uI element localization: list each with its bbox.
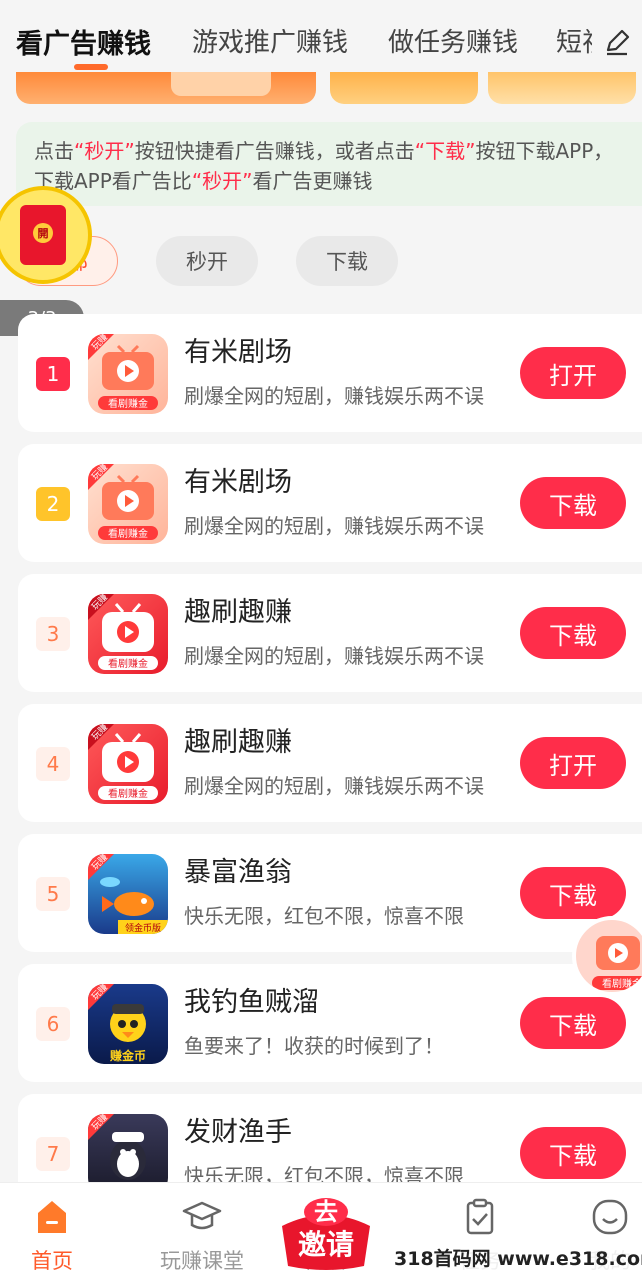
rank-badge: 3: [36, 617, 70, 651]
notice-text: 点击: [34, 139, 74, 163]
download-button[interactable]: 下载: [520, 997, 626, 1049]
app-name: 有米剧场: [184, 467, 292, 498]
notice-highlight-download: “下载”: [414, 139, 476, 163]
nav-course[interactable]: 玩赚课堂: [138, 1183, 266, 1274]
app-card[interactable]: 5 玩赚 领金币版 暴富渔翁 快乐无限，红包不限，惊喜不限 下载: [18, 834, 642, 952]
app-card[interactable]: 6 玩赚 赚金币 我钓鱼贼溜 鱼要来了！收获的时候到了！ 下载: [18, 964, 642, 1082]
icon-caption-text: 看剧赚金: [108, 787, 148, 800]
icon-caption-text: 看剧赚金: [108, 397, 148, 410]
open-button[interactable]: 打开: [520, 737, 626, 789]
top-tab-bar: 看广告赚钱 游戏推广赚钱 做任务赚钱 短视: [0, 0, 642, 72]
download-button[interactable]: 下载: [520, 1127, 626, 1179]
banner-card-1[interactable]: [16, 72, 316, 104]
app-description: 鱼要来了！收获的时候到了！: [184, 1034, 444, 1058]
instruction-notice: 点击“秒开”按钮快捷看广告赚钱，或者点击“下载”按钮下载APP，下载APP看广告…: [16, 122, 642, 206]
banner-card-3[interactable]: [488, 72, 636, 104]
open-button[interactable]: 打开: [520, 347, 626, 399]
app-name: 发财渔手: [184, 1117, 292, 1148]
pencil-icon: [606, 29, 630, 56]
banner-card-2[interactable]: [330, 72, 478, 104]
tab-indicator: [74, 64, 108, 70]
app-name: 我钓鱼贼溜: [184, 987, 319, 1018]
nav-label: 首页: [31, 1249, 73, 1273]
nav-home[interactable]: 首页: [0, 1183, 116, 1274]
app-description: 刷爆全网的短剧，赚钱娱乐两不误: [184, 774, 484, 798]
icon-caption-text: 赚金币: [109, 1048, 146, 1063]
app-description: 快乐无限，红包不限，惊喜不限: [184, 904, 464, 928]
icon-caption-text: 领金币版: [125, 922, 161, 934]
tv-play-icon: 玩赚 看剧赚金: [88, 724, 168, 804]
app-name: 趣刷趣赚: [184, 597, 292, 628]
notice-text: 按钮快捷看广告赚钱，或者点击: [134, 139, 415, 163]
tab-watch-ads[interactable]: 看广告赚钱: [16, 22, 151, 61]
app-name: 有米剧场: [184, 337, 292, 368]
graduation-cap-icon: [182, 1201, 222, 1230]
smiley-icon: [592, 1199, 628, 1235]
fish-game-icon: 玩赚 领金币版: [88, 854, 168, 934]
download-button[interactable]: 下载: [520, 867, 626, 919]
nav-label: 玩赚课堂: [160, 1249, 244, 1273]
download-button[interactable]: 下载: [520, 607, 626, 659]
app-name: 暴富渔翁: [184, 857, 292, 888]
app-card[interactable]: 4 玩赚 看剧赚金 趣刷趣赚 刷爆全网的短剧，赚钱娱乐两不误 打开: [18, 704, 642, 822]
app-description: 刷爆全网的短剧，赚钱娱乐两不误: [184, 644, 484, 668]
envelope-seal: 開: [33, 223, 53, 243]
invite-top-text: 去: [314, 1198, 338, 1226]
rank-badge: 5: [36, 877, 70, 911]
invite-bottom-text: 邀请: [298, 1228, 354, 1261]
fishing-duck-icon: 玩赚 赚金币: [88, 984, 168, 1064]
rank-badge: 4: [36, 747, 70, 781]
app-card[interactable]: 2 玩赚 看剧赚金 有米剧场 刷爆全网的短剧，赚钱娱乐两不误 下载: [18, 444, 642, 562]
tv-play-icon: 玩赚 看剧赚金: [88, 594, 168, 674]
tab-game-promo[interactable]: 游戏推广赚钱: [192, 22, 348, 59]
download-button[interactable]: 下载: [520, 477, 626, 529]
app-card[interactable]: 1 玩赚 看剧赚金 有米剧场 刷爆全网的短剧，赚钱娱乐两不误 打开: [18, 314, 642, 432]
edit-button[interactable]: [592, 12, 642, 72]
notice-text: 看广告更赚钱: [252, 169, 373, 193]
rank-badge: 2: [36, 487, 70, 521]
app-card[interactable]: 3 玩赚 看剧赚金 趣刷趣赚 刷爆全网的短剧，赚钱娱乐两不误 下载: [18, 574, 642, 692]
tv-play-icon: 玩赚 看剧赚金: [88, 464, 168, 544]
tv-play-icon: 看剧赚金: [592, 936, 642, 990]
app-description: 刷爆全网的短剧，赚钱娱乐两不误: [184, 384, 484, 408]
tv-play-icon: 玩赚 看剧赚金: [88, 334, 168, 414]
icon-caption-text: 看剧赚金: [108, 657, 148, 670]
rank-badge: 7: [36, 1137, 70, 1171]
app-description: 刷爆全网的短剧，赚钱娱乐两不误: [184, 514, 484, 538]
rank-badge: 6: [36, 1007, 70, 1041]
red-envelope-icon: 開: [20, 205, 66, 265]
tab-tasks[interactable]: 做任务赚钱: [388, 22, 518, 59]
filter-fast-chip[interactable]: 秒开: [156, 236, 258, 286]
notice-highlight-fast: “秒开”: [191, 169, 253, 193]
watermark: 318首码网 www.e318.com: [394, 1244, 642, 1271]
invite-badge[interactable]: 去 邀请: [274, 1196, 378, 1274]
floating-app-shortcut[interactable]: 看剧赚金: [572, 916, 642, 996]
home-icon: [38, 1201, 66, 1233]
rank-badge: 1: [36, 357, 70, 391]
clipboard-check-icon: [466, 1198, 494, 1235]
icon-caption-text: 看剧赚金: [108, 527, 148, 540]
filter-download-chip[interactable]: 下载: [296, 236, 398, 286]
notice-highlight-fast: “秒开”: [74, 139, 135, 163]
app-name: 趣刷趣赚: [184, 727, 292, 758]
